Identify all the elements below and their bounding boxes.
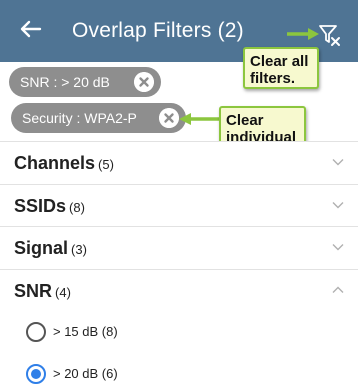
close-circle-icon[interactable] bbox=[134, 72, 154, 92]
callout-pointer-arrow-icon bbox=[179, 113, 219, 125]
section-title: SNR (4) bbox=[14, 281, 71, 301]
callout-clear-all: Clear all filters. bbox=[243, 47, 319, 89]
chevron-down-icon bbox=[332, 159, 344, 166]
close-circle-icon[interactable] bbox=[159, 108, 179, 128]
option-label: > 15 dB (8) bbox=[53, 324, 118, 339]
section-signal[interactable]: Signal (3) bbox=[0, 226, 358, 269]
radio-button-selected[interactable] bbox=[26, 364, 46, 384]
section-count: (4) bbox=[55, 285, 71, 300]
snr-option-20db[interactable]: > 20 dB (6) bbox=[0, 354, 358, 392]
section-count: (5) bbox=[98, 157, 114, 172]
section-ssids[interactable]: SSIDs (8) bbox=[0, 184, 358, 227]
chevron-up-icon bbox=[332, 286, 344, 293]
section-title: Channels (5) bbox=[14, 153, 114, 173]
radio-button[interactable] bbox=[26, 322, 46, 342]
chip-label: Security : WPA2-P bbox=[22, 110, 137, 126]
section-count: (3) bbox=[71, 242, 87, 257]
section-title: SSIDs (8) bbox=[14, 196, 85, 216]
back-arrow-icon[interactable] bbox=[18, 16, 44, 42]
section-channels[interactable]: Channels (5) bbox=[0, 141, 358, 184]
section-title: Signal (3) bbox=[14, 238, 87, 258]
filter-chip-security[interactable]: Security : WPA2-P bbox=[11, 103, 186, 133]
filter-chip-snr[interactable]: SNR : > 20 dB bbox=[9, 67, 161, 97]
option-label: > 20 dB (6) bbox=[53, 366, 118, 381]
chip-label: SNR : > 20 dB bbox=[20, 74, 110, 90]
page-title: Overlap Filters (2) bbox=[72, 19, 244, 42]
chevron-down-icon bbox=[332, 202, 344, 209]
chevron-down-icon bbox=[332, 244, 344, 251]
snr-option-15db[interactable]: > 15 dB (8) bbox=[0, 312, 358, 352]
callout-pointer-arrow-icon bbox=[287, 28, 319, 40]
section-count: (8) bbox=[69, 200, 85, 215]
clear-filters-icon[interactable] bbox=[318, 23, 342, 47]
section-snr[interactable]: SNR (4) bbox=[0, 269, 358, 313]
